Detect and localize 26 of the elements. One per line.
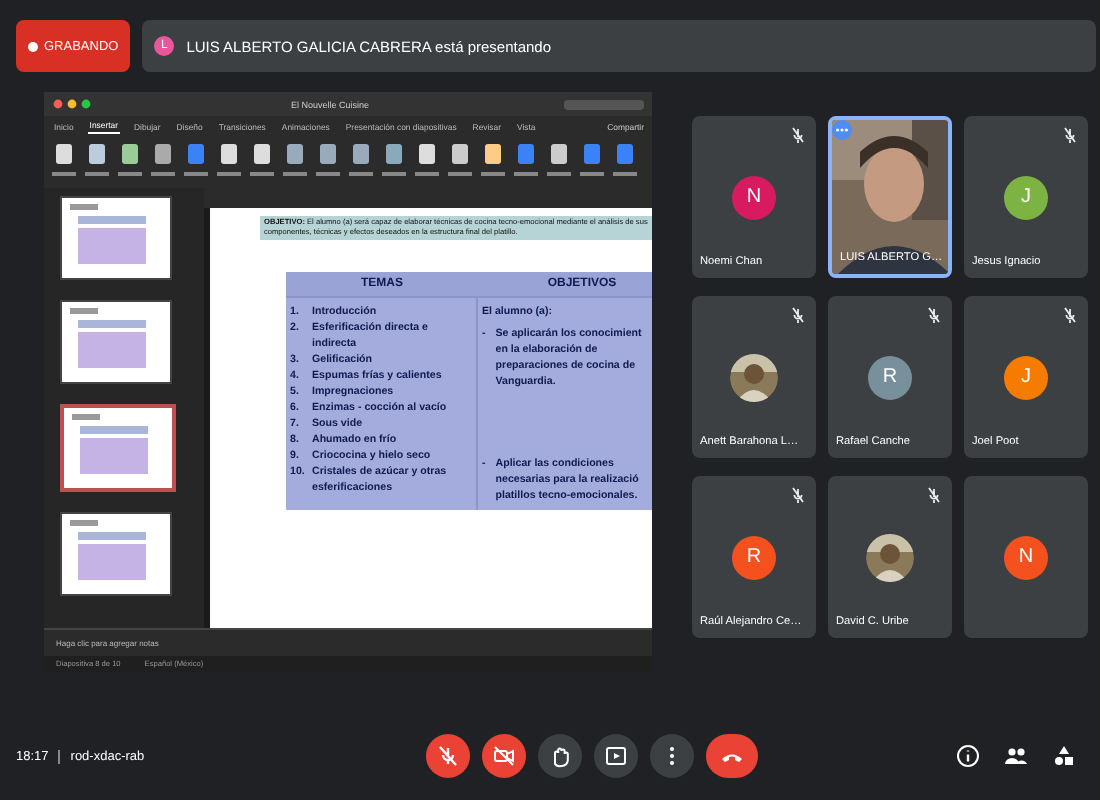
slide-thumbnail[interactable]	[60, 300, 172, 384]
end-call-button[interactable]	[706, 734, 758, 778]
more-button[interactable]	[650, 734, 694, 778]
search-field[interactable]	[564, 99, 644, 109]
hand-button[interactable]	[538, 734, 582, 778]
avatar: J	[1004, 355, 1048, 399]
avatar: R	[732, 535, 776, 579]
slide-thumbnail[interactable]	[60, 196, 172, 280]
camera-off-button[interactable]	[482, 734, 526, 778]
avatar: R	[868, 355, 912, 399]
window-controls-icon[interactable]	[52, 98, 96, 110]
present-button[interactable]	[594, 734, 638, 778]
slide-thumbnail[interactable]	[60, 512, 172, 596]
mic-off-icon	[436, 744, 460, 768]
people-icon[interactable]	[1004, 744, 1028, 768]
avatar: J	[1004, 175, 1048, 219]
info-icon[interactable]	[956, 744, 980, 768]
more-options-icon[interactable]	[832, 120, 852, 140]
avatar: N	[732, 175, 776, 219]
slide-thumbnail[interactable]	[60, 404, 176, 492]
avatar: N	[1004, 535, 1048, 579]
hand-icon	[548, 744, 572, 768]
shapes-icon[interactable]	[1052, 744, 1076, 768]
present-icon	[604, 744, 628, 768]
mic-off-button[interactable]	[426, 734, 470, 778]
camera-off-icon	[492, 744, 516, 768]
